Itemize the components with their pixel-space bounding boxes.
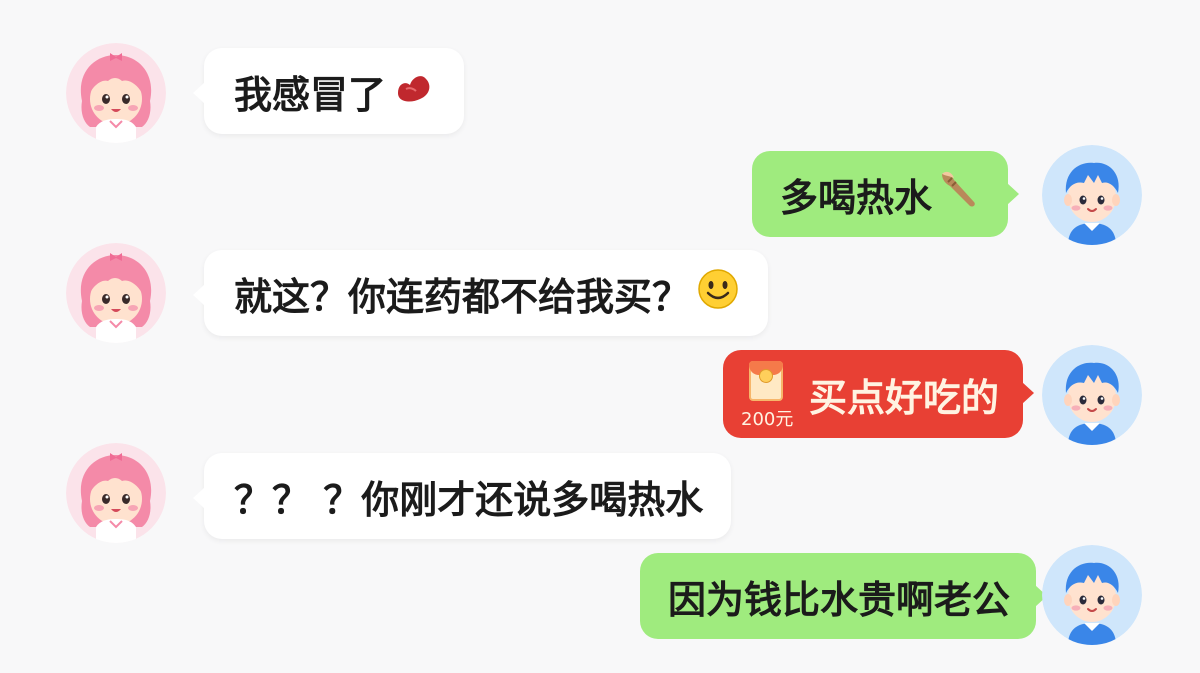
girl-avatar[interactable]	[66, 43, 166, 143]
message-text: 多喝热水	[780, 175, 933, 220]
girl-avatar[interactable]	[66, 243, 166, 343]
message-bubble-6[interactable]: 因为钱比水贵啊老公	[640, 553, 1048, 639]
boy-avatar[interactable]	[1042, 145, 1142, 245]
red-bean-emoji	[392, 67, 436, 116]
boy-avatar[interactable]	[1042, 545, 1142, 645]
chat-area: 我感冒了 多喝热水 就这？你连药都不给我买？ 200元 买点好吃的 ？？ ？你刚…	[0, 0, 1200, 673]
red-packet-bubble[interactable]: 200元 买点好吃的	[723, 350, 1035, 438]
message-text: 因为钱比水贵啊老公	[668, 577, 1011, 622]
message-text: 就这？你连药都不给我买？	[234, 274, 691, 319]
message-bubble-1[interactable]: 我感冒了	[192, 48, 465, 134]
smiley-emoji	[696, 267, 740, 320]
hand-waving-emoji	[938, 168, 982, 221]
red-envelope-icon: 200元	[741, 357, 797, 431]
message-text: 我感冒了	[234, 72, 387, 117]
message-bubble-5[interactable]: ？？ ？你刚才还说多喝热水	[192, 453, 732, 539]
boy-avatar[interactable]	[1042, 345, 1142, 445]
message-bubble-2[interactable]: 多喝热水	[752, 151, 1020, 237]
red-packet-amount: 200元	[741, 409, 794, 430]
girl-avatar[interactable]	[66, 443, 166, 543]
message-bubble-3[interactable]: 就这？你连药都不给我买？	[192, 250, 769, 336]
red-packet-text: 买点好吃的	[809, 375, 1000, 420]
message-text: ？？ ？你刚才还说多喝热水	[234, 477, 704, 522]
